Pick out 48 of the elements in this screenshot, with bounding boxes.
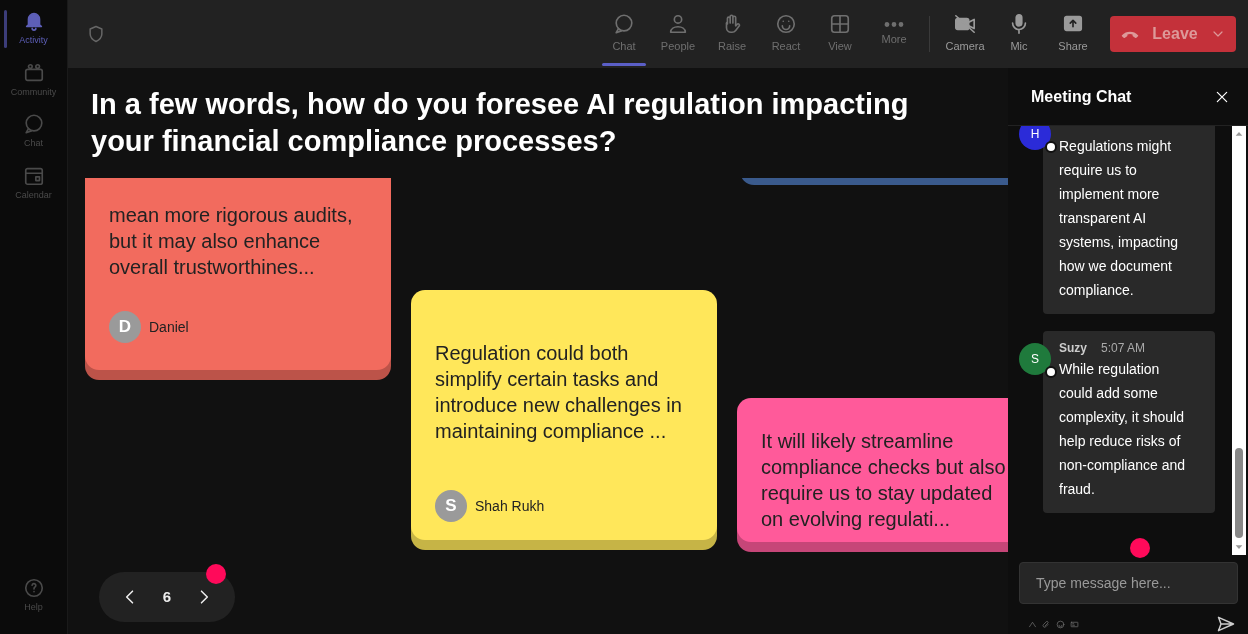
toolbar-button[interactable]: Camera [938, 0, 992, 68]
person-icon [667, 13, 689, 36]
group-icon [22, 61, 45, 84]
chat-icon [613, 13, 635, 36]
status-dot [1045, 366, 1057, 378]
toolbar-button[interactable]: Raise [705, 0, 759, 68]
pointer-dot [206, 564, 226, 584]
smiley-icon [775, 13, 797, 36]
send-icon [1216, 614, 1236, 634]
toolbar-button[interactable]: React [759, 0, 813, 68]
toolbar-button[interactable]: People [651, 0, 705, 68]
note-text: Regulation could both simplify certain tasks and introduce new challenges in maintaining compliance ... [435, 341, 683, 444]
toolbar-button[interactable]: Chat [597, 0, 651, 68]
rail-item[interactable]: Chat [0, 113, 68, 151]
message-text: While regulation could add some complexity, it should help reduce risks of non-compliance and fraud. [1059, 360, 1187, 499]
page-number: 6 [162, 586, 172, 607]
pointer-dot [1130, 538, 1150, 558]
note-text: mean more rigorous audits, but it may also enhance overall trustworthines... [109, 203, 354, 280]
help-icon [22, 576, 45, 599]
shield-icon [86, 24, 106, 44]
avatar: D [109, 311, 141, 343]
toolbar-button[interactable]: More [867, 0, 921, 68]
toolbar-button[interactable]: View [813, 0, 867, 68]
author-name: Shah Rukh [475, 496, 545, 516]
chat-icon [22, 113, 45, 135]
send-button[interactable] [1216, 614, 1236, 634]
message-text: Regulations might require us to implement more transparent AI systems, impacting how we document compliance. [1059, 137, 1180, 300]
scroll-down-icon [1234, 542, 1244, 552]
emoji-icon [1056, 619, 1065, 629]
help-button[interactable]: Help [0, 576, 68, 614]
avatar: S [435, 490, 467, 522]
rail-item[interactable]: Activity [0, 10, 68, 48]
author-name: Suzy [1059, 340, 1087, 357]
note-text: It will likely streamline compliance checks but also require us to stay updated on evolving regulati... [761, 429, 1007, 532]
toolbar-button[interactable]: Share [1046, 0, 1100, 68]
more-icon [883, 20, 905, 28]
chat-title: Meeting Chat [1031, 86, 1132, 107]
grid-icon [829, 13, 851, 36]
paperclip-icon [1042, 619, 1051, 629]
camera-off-icon [954, 13, 976, 36]
question-title: In a few words, how do you foresee AI regulation impacting your financial compliance processes? [91, 87, 910, 159]
message-time: 5:07 AM [1101, 340, 1146, 357]
toolbar-button[interactable]: Mic [992, 0, 1046, 68]
status-dot [1045, 141, 1057, 153]
leave-button[interactable]: Leave [1110, 16, 1236, 52]
message-input[interactable]: Type message here... [1019, 562, 1238, 604]
author-name: Daniel [149, 317, 189, 337]
scroll-up-icon [1234, 129, 1244, 139]
